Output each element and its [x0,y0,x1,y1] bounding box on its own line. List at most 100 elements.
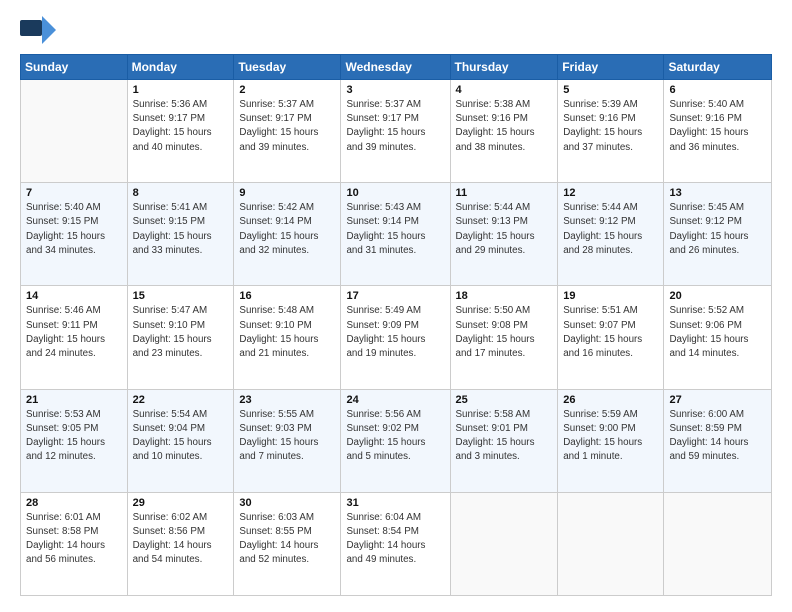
calendar-cell: 30 Sunrise: 6:03 AM Sunset: 8:55 PM Dayli… [234,492,341,595]
day-info: Sunrise: 5:42 AM Sunset: 9:14 PM Dayligh… [239,201,335,258]
day-number: 12 [563,187,658,199]
day-number: 11 [456,187,553,199]
day-number: 3 [346,84,444,96]
day-info: Sunrise: 5:44 AM Sunset: 9:12 PM Dayligh… [563,201,658,258]
header-cell-friday: Friday [558,55,664,80]
calendar-cell: 31 Sunrise: 6:04 AM Sunset: 8:54 PM Dayli… [341,492,450,595]
day-number: 23 [239,394,335,406]
calendar-cell: 16Sunrise: 5:48 AM Sunset: 9:10 PM Dayli… [234,286,341,389]
calendar-cell [21,80,128,183]
header-cell-thursday: Thursday [450,55,558,80]
calendar-header-row: SundayMondayTuesdayWednesdayThursdayFrid… [21,55,772,80]
day-number: 9 [239,187,335,199]
header-cell-monday: Monday [127,55,234,80]
day-number: 22 [133,394,229,406]
day-number: 21 [26,394,122,406]
day-info: Sunrise: 5:40 AM Sunset: 9:15 PM Dayligh… [26,201,122,258]
day-number: 13 [669,187,766,199]
day-info: Sunrise: 6:00 AM Sunset: 8:59 PM Dayligh… [669,408,766,465]
day-number: 20 [669,290,766,302]
day-number: 26 [563,394,658,406]
calendar-cell: 18 Sunrise: 5:50 AM Sunset: 9:08 PM Dayli… [450,286,558,389]
calendar-cell: 5 Sunrise: 5:39 AM Sunset: 9:16 PM Daylig… [558,80,664,183]
day-number: 2 [239,84,335,96]
day-info: Sunrise: 5:43 AM Sunset: 9:14 PM Dayligh… [346,201,444,258]
day-number: 6 [669,84,766,96]
header [20,16,772,44]
day-info: Sunrise: 5:56 AM Sunset: 9:02 PM Dayligh… [346,408,444,465]
day-number: 24 [346,394,444,406]
day-info: Sunrise: 6:01 AM Sunset: 8:58 PM Dayligh… [26,511,122,568]
day-info: Sunrise: 5:55 AM Sunset: 9:03 PM Dayligh… [239,408,335,465]
calendar-cell: 22Sunrise: 5:54 AM Sunset: 9:04 PM Dayli… [127,389,234,492]
header-cell-sunday: Sunday [21,55,128,80]
day-info: Sunrise: 5:36 AM Sunset: 9:17 PM Dayligh… [133,98,229,155]
calendar-cell: 17Sunrise: 5:49 AM Sunset: 9:09 PM Dayli… [341,286,450,389]
day-number: 31 [346,497,444,509]
calendar-cell: 8Sunrise: 5:41 AM Sunset: 9:15 PM Daylig… [127,183,234,286]
day-info: Sunrise: 5:58 AM Sunset: 9:01 PM Dayligh… [456,408,553,465]
day-info: Sunrise: 5:39 AM Sunset: 9:16 PM Dayligh… [563,98,658,155]
day-info: Sunrise: 5:37 AM Sunset: 9:17 PM Dayligh… [346,98,444,155]
calendar-cell: 12 Sunrise: 5:44 AM Sunset: 9:12 PM Dayli… [558,183,664,286]
calendar-cell: 9 Sunrise: 5:42 AM Sunset: 9:14 PM Daylig… [234,183,341,286]
calendar-cell [558,492,664,595]
day-info: Sunrise: 5:47 AM Sunset: 9:10 PM Dayligh… [133,304,229,361]
header-cell-saturday: Saturday [664,55,772,80]
day-info: Sunrise: 6:04 AM Sunset: 8:54 PM Dayligh… [346,511,444,568]
calendar-cell: 19 Sunrise: 5:51 AM Sunset: 9:07 PM Dayli… [558,286,664,389]
day-info: Sunrise: 5:53 AM Sunset: 9:05 PM Dayligh… [26,408,122,465]
day-info: Sunrise: 5:49 AM Sunset: 9:09 PM Dayligh… [346,304,444,361]
day-number: 30 [239,497,335,509]
day-number: 1 [133,84,229,96]
calendar-week-row: 7 Sunrise: 5:40 AM Sunset: 9:15 PM Daylig… [21,183,772,286]
calendar-cell: 24 Sunrise: 5:56 AM Sunset: 9:02 PM Dayli… [341,389,450,492]
day-info: Sunrise: 5:46 AM Sunset: 9:11 PM Dayligh… [26,304,122,361]
day-info: Sunrise: 5:51 AM Sunset: 9:07 PM Dayligh… [563,304,658,361]
calendar-cell: 3 Sunrise: 5:37 AM Sunset: 9:17 PM Daylig… [341,80,450,183]
header-cell-tuesday: Tuesday [234,55,341,80]
day-info: Sunrise: 5:45 AM Sunset: 9:12 PM Dayligh… [669,201,766,258]
day-info: Sunrise: 6:03 AM Sunset: 8:55 PM Dayligh… [239,511,335,568]
day-number: 10 [346,187,444,199]
page: SundayMondayTuesdayWednesdayThursdayFrid… [0,0,792,612]
day-number: 16 [239,290,335,302]
logo [20,16,60,44]
calendar-cell: 28 Sunrise: 6:01 AM Sunset: 8:58 PM Dayli… [21,492,128,595]
calendar-cell: 11 Sunrise: 5:44 AM Sunset: 9:13 PM Dayli… [450,183,558,286]
day-number: 19 [563,290,658,302]
calendar-table: SundayMondayTuesdayWednesdayThursdayFrid… [20,54,772,596]
day-number: 4 [456,84,553,96]
day-info: Sunrise: 5:38 AM Sunset: 9:16 PM Dayligh… [456,98,553,155]
calendar-week-row: 28 Sunrise: 6:01 AM Sunset: 8:58 PM Dayli… [21,492,772,595]
day-info: Sunrise: 5:37 AM Sunset: 9:17 PM Dayligh… [239,98,335,155]
day-number: 27 [669,394,766,406]
header-cell-wednesday: Wednesday [341,55,450,80]
calendar-cell [450,492,558,595]
calendar-week-row: 1 Sunrise: 5:36 AM Sunset: 9:17 PM Daylig… [21,80,772,183]
day-info: Sunrise: 5:44 AM Sunset: 9:13 PM Dayligh… [456,201,553,258]
calendar-cell: 1 Sunrise: 5:36 AM Sunset: 9:17 PM Daylig… [127,80,234,183]
calendar-cell: 26 Sunrise: 5:59 AM Sunset: 9:00 PM Dayli… [558,389,664,492]
calendar-cell: 21 Sunrise: 5:53 AM Sunset: 9:05 PM Dayli… [21,389,128,492]
calendar-week-row: 14Sunrise: 5:46 AM Sunset: 9:11 PM Dayli… [21,286,772,389]
logo-icon [20,16,56,44]
day-info: Sunrise: 6:02 AM Sunset: 8:56 PM Dayligh… [133,511,229,568]
day-number: 7 [26,187,122,199]
calendar-cell: 15 Sunrise: 5:47 AM Sunset: 9:10 PM Dayli… [127,286,234,389]
day-info: Sunrise: 5:59 AM Sunset: 9:00 PM Dayligh… [563,408,658,465]
calendar-cell: 2 Sunrise: 5:37 AM Sunset: 9:17 PM Daylig… [234,80,341,183]
calendar-cell: 4 Sunrise: 5:38 AM Sunset: 9:16 PM Daylig… [450,80,558,183]
day-number: 8 [133,187,229,199]
day-number: 15 [133,290,229,302]
calendar-cell: 14Sunrise: 5:46 AM Sunset: 9:11 PM Dayli… [21,286,128,389]
calendar-cell: 10 Sunrise: 5:43 AM Sunset: 9:14 PM Dayli… [341,183,450,286]
day-number: 5 [563,84,658,96]
day-number: 18 [456,290,553,302]
calendar-cell: 6 Sunrise: 5:40 AM Sunset: 9:16 PM Daylig… [664,80,772,183]
day-info: Sunrise: 5:50 AM Sunset: 9:08 PM Dayligh… [456,304,553,361]
day-number: 29 [133,497,229,509]
day-number: 25 [456,394,553,406]
day-info: Sunrise: 5:40 AM Sunset: 9:16 PM Dayligh… [669,98,766,155]
day-number: 28 [26,497,122,509]
